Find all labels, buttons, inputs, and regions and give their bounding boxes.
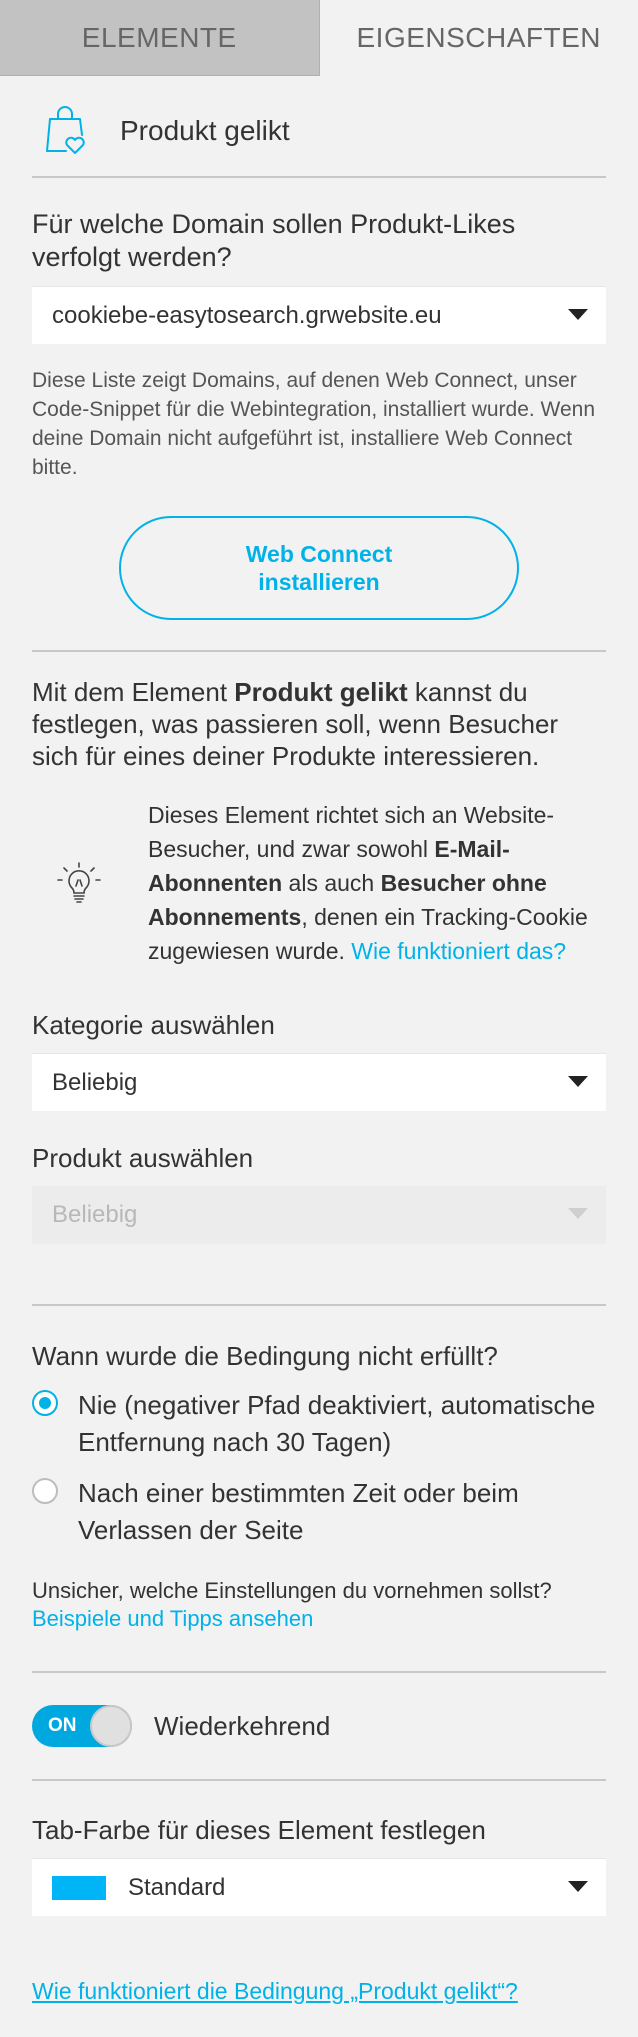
tab-eigenschaften[interactable]: EIGENSCHAFTEN (319, 0, 638, 76)
shopping-bag-heart-icon (44, 105, 88, 157)
product-select[interactable]: Beliebig (32, 1186, 606, 1244)
radio-option-never[interactable]: Nie (negativer Pfad deaktiviert, automat… (32, 1387, 606, 1461)
divider (32, 1304, 606, 1306)
divider (32, 650, 606, 652)
settings-hint: Unsicher, welche Einstellungen du vorneh… (32, 1577, 606, 1633)
recurring-row: ON Wiederkehrend (32, 1681, 606, 1771)
tab-color-select[interactable]: Standard (32, 1858, 606, 1916)
intro-prefix: Mit dem Element (32, 677, 235, 707)
lightbulb-icon (54, 858, 104, 908)
domain-select[interactable]: cookiebe-easytosearch.grwebsite.eu (32, 286, 606, 344)
element-intro: Mit dem Element Produkt gelikt kannst du… (32, 676, 606, 772)
domain-question: Für welche Domain sollen Produkt-Likes v… (32, 209, 516, 272)
chevron-down-icon (568, 309, 588, 320)
condition-question: Wann wurde die Bedingung nicht erfüllt? (32, 1341, 498, 1371)
chevron-down-icon (568, 1208, 588, 1219)
recurring-toggle[interactable]: ON (32, 1705, 132, 1747)
element-header: Produkt gelikt (32, 86, 606, 176)
toggle-knob (90, 1705, 132, 1747)
domain-info-text: Diese Liste zeigt Domains, auf denen Web… (32, 369, 596, 479)
radio-option-timed[interactable]: Nach einer bestimmten Zeit oder beim Ver… (32, 1475, 606, 1549)
properties-panel: Produkt gelikt Für welche Domain sollen … (0, 86, 638, 2005)
product-label: Produkt auswählen (32, 1143, 254, 1173)
product-select-value: Beliebig (52, 1201, 138, 1228)
tab-color-label: Tab-Farbe für dieses Element festlegen (32, 1815, 486, 1845)
chevron-down-icon (568, 1076, 588, 1087)
tab-elemente[interactable]: ELEMENTE (0, 0, 320, 76)
radio-label-never: Nie (negativer Pfad deaktiviert, automat… (78, 1390, 596, 1457)
condition-help-link[interactable]: Wie funktioniert die Bedingung „Produkt … (32, 1978, 606, 2005)
tip-box: Dieses Element richtet sich an Website-B… (32, 798, 606, 968)
divider (32, 1671, 606, 1673)
divider (32, 1779, 606, 1781)
category-select-value: Beliebig (52, 1068, 138, 1096)
category-label: Kategorie auswählen (32, 1010, 275, 1040)
element-title: Produkt gelikt (120, 115, 290, 146)
examples-tips-link[interactable]: Beispiele und Tipps ansehen (32, 1605, 606, 1633)
chevron-down-icon (568, 1881, 588, 1892)
install-button-label-line2: installieren (258, 569, 380, 595)
install-button-label-line1: Web Connect (245, 541, 393, 567)
settings-hint-text: Unsicher, welche Einstellungen du vorneh… (32, 1578, 552, 1603)
color-swatch (52, 1875, 106, 1900)
tip-text: Dieses Element richtet sich an Website-B… (148, 798, 606, 968)
tab-color-select-value: Standard (128, 1873, 226, 1901)
recurring-label: Wiederkehrend (154, 1710, 331, 1741)
radio-label-timed: Nach einer bestimmten Zeit oder beim Ver… (78, 1478, 519, 1545)
install-web-connect-button[interactable]: Web Connect installieren (119, 516, 519, 620)
domain-select-value: cookiebe-easytosearch.grwebsite.eu (52, 301, 442, 329)
category-select[interactable]: Beliebig (32, 1053, 606, 1111)
radio-button-unchecked[interactable] (32, 1478, 58, 1504)
intro-bold: Produkt gelikt (234, 677, 408, 707)
radio-button-checked[interactable] (32, 1390, 58, 1416)
tab-bar: ELEMENTE EIGENSCHAFTEN (0, 0, 638, 76)
how-it-works-link[interactable]: Wie funktioniert das? (351, 938, 566, 964)
divider (32, 176, 606, 178)
tip-part2: als auch (282, 870, 381, 896)
toggle-on-text: ON (48, 1715, 77, 1736)
